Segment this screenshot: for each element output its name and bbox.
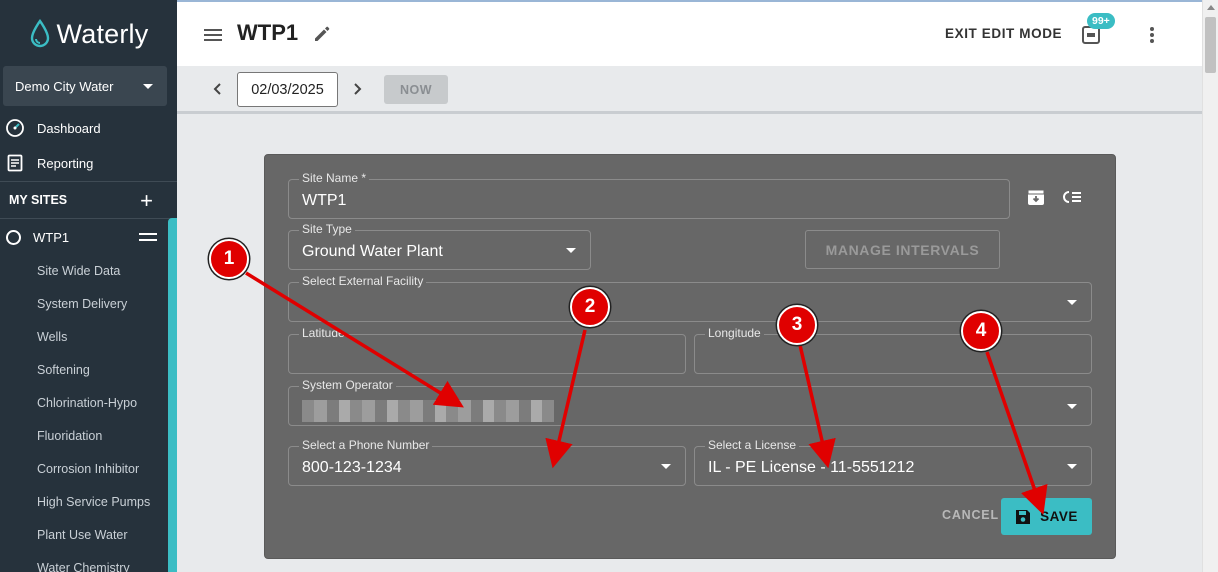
manage-intervals-button[interactable]: MANAGE INTERVALS	[805, 230, 1000, 269]
archive-icon[interactable]	[1025, 186, 1047, 208]
site-subitem[interactable]: Wells	[37, 330, 67, 344]
site-edit-form: Site Name * WTP1 Site Type Ground Water …	[264, 154, 1116, 559]
site-subitem[interactable]: High Service Pumps	[37, 495, 150, 509]
site-subitem[interactable]: Fluoridation	[37, 429, 102, 443]
nav-dashboard[interactable]: Dashboard	[0, 113, 177, 143]
my-sites-label: MY SITES	[9, 193, 68, 207]
cancel-button[interactable]: CANCEL	[942, 508, 999, 522]
save-button[interactable]: SAVE	[1001, 498, 1092, 535]
chevron-left-icon[interactable]	[212, 82, 224, 96]
annotation-marker-1: 1	[209, 239, 249, 279]
annotation-marker-2: 2	[570, 287, 610, 327]
document-icon	[5, 153, 25, 173]
radio-circle-icon	[6, 229, 21, 245]
longitude-label: Longitude	[705, 325, 764, 341]
chevron-down-icon	[143, 84, 153, 89]
page-title: WTP1	[237, 20, 299, 45]
more-vert-icon[interactable]	[1149, 27, 1155, 43]
site-type-value: Ground Water Plant	[302, 243, 443, 260]
pencil-icon[interactable]	[312, 24, 332, 44]
latitude-field[interactable]: Latitude	[288, 325, 686, 374]
nav-reporting[interactable]: Reporting	[0, 148, 177, 178]
save-button-label: SAVE	[1040, 509, 1078, 524]
organization-name: Demo City Water	[15, 78, 114, 94]
exit-edit-mode-button[interactable]: EXIT EDIT MODE	[945, 26, 1062, 41]
site-subitem[interactable]: Chlorination-Hypo	[37, 396, 137, 410]
scrollbar-thumb[interactable]	[1205, 17, 1216, 73]
site-item-wtp1[interactable]: WTP1	[0, 222, 167, 252]
water-drop-icon	[30, 19, 49, 48]
nav-dashboard-label: Dashboard	[37, 120, 101, 136]
site-type-select[interactable]: Site Type Ground Water Plant	[288, 221, 591, 270]
license-label: Select a License	[705, 437, 800, 453]
redacted-operator-name	[302, 400, 554, 422]
site-name-label: Site Name *	[299, 170, 370, 186]
phone-number-value: 800-123-1234	[302, 459, 402, 476]
chevron-right-icon[interactable]	[351, 82, 363, 96]
annotation-marker-4: 4	[961, 311, 1001, 351]
dropdown-arrow-icon	[661, 464, 671, 469]
dropdown-arrow-icon	[1067, 300, 1077, 305]
floppy-disk-icon	[1016, 509, 1031, 524]
sidebar-divider	[0, 181, 177, 182]
scroll-up-icon[interactable]	[1207, 5, 1215, 10]
site-name-field[interactable]: Site Name * WTP1	[288, 170, 1010, 219]
page-scrollbar[interactable]	[1202, 0, 1218, 572]
external-facility-label: Select External Facility	[299, 273, 427, 289]
top-header: WTP1 EXIT EDIT MODE 99+	[177, 0, 1202, 66]
sidebar: Waterly Demo City Water Dashboard Report…	[0, 0, 177, 572]
site-subitem[interactable]: System Delivery	[37, 297, 127, 311]
site-name-value: WTP1	[302, 192, 347, 209]
drag-handle-icon[interactable]	[139, 233, 157, 241]
site-subitem[interactable]: Water Chemistry	[37, 561, 130, 572]
annotation-marker-3: 3	[777, 305, 817, 345]
site-label: WTP1	[33, 229, 70, 245]
phone-number-label: Select a Phone Number	[299, 437, 433, 453]
list-toggle-icon[interactable]	[1061, 186, 1083, 208]
license-select[interactable]: Select a License IL - PE License - 11-55…	[694, 437, 1092, 486]
license-value: IL - PE License - 11-5551212	[708, 459, 915, 476]
now-button[interactable]: NOW	[384, 75, 448, 104]
sidebar-divider	[0, 218, 177, 219]
site-subitem[interactable]: Softening	[37, 363, 90, 377]
date-input[interactable]: 02/03/2025	[237, 72, 338, 107]
add-site-icon[interactable]: +	[140, 188, 153, 214]
longitude-field[interactable]: Longitude	[694, 325, 1092, 374]
phone-number-select[interactable]: Select a Phone Number 800-123-1234	[288, 437, 686, 486]
dropdown-arrow-icon	[1067, 464, 1077, 469]
site-type-label: Site Type	[299, 221, 355, 237]
brand-logo[interactable]: Waterly	[0, 14, 177, 54]
nav-reporting-label: Reporting	[37, 155, 94, 171]
my-sites-header: MY SITES +	[0, 186, 177, 214]
date-toolbar: 02/03/2025 NOW	[177, 66, 1202, 114]
dropdown-arrow-icon	[1067, 404, 1077, 409]
organization-select[interactable]: Demo City Water	[3, 66, 167, 106]
brand-name: Waterly	[56, 18, 149, 49]
site-subitem[interactable]: Site Wide Data	[37, 264, 120, 278]
sidebar-scroll-indicator	[168, 218, 177, 572]
hamburger-menu-icon[interactable]	[204, 29, 222, 41]
speedometer-icon	[5, 118, 25, 138]
latitude-label: Latitude	[299, 325, 348, 341]
notification-badge: 99+	[1087, 13, 1115, 29]
system-operator-select[interactable]: System Operator	[288, 377, 1092, 426]
site-subitem[interactable]: Plant Use Water	[37, 528, 128, 542]
system-operator-label: System Operator	[299, 377, 396, 393]
dropdown-arrow-icon	[566, 248, 576, 253]
site-subitem[interactable]: Corrosion Inhibitor	[37, 462, 139, 476]
